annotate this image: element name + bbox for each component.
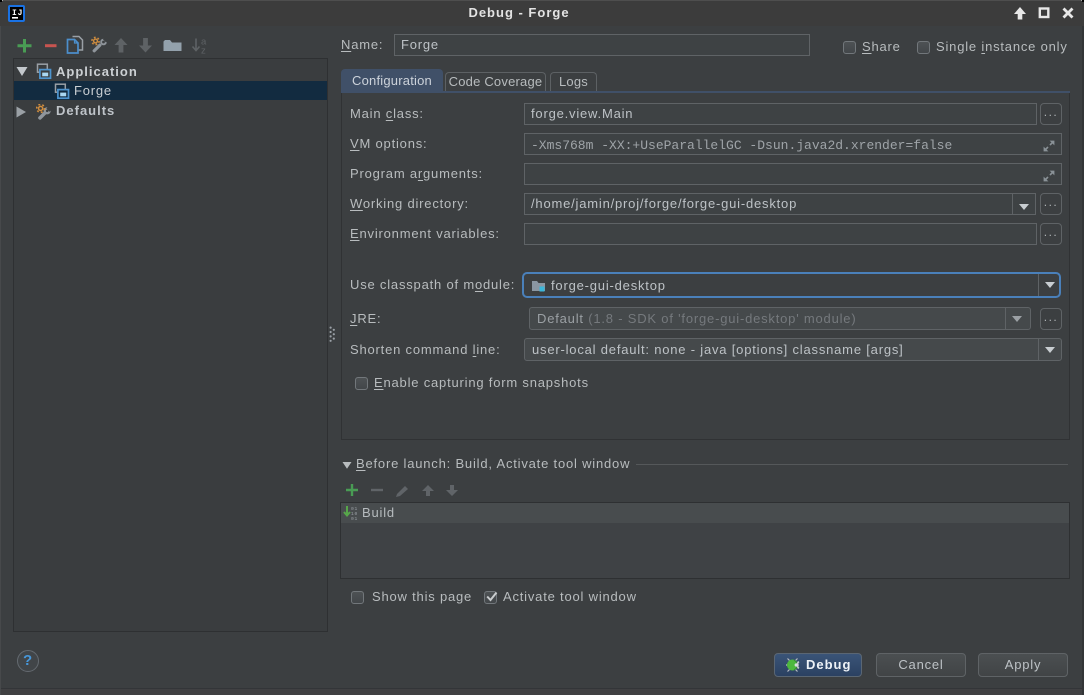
svg-text:z: z bbox=[201, 46, 207, 57]
svg-text:01: 01 bbox=[351, 516, 358, 520]
svg-text:IJ: IJ bbox=[12, 9, 23, 18]
